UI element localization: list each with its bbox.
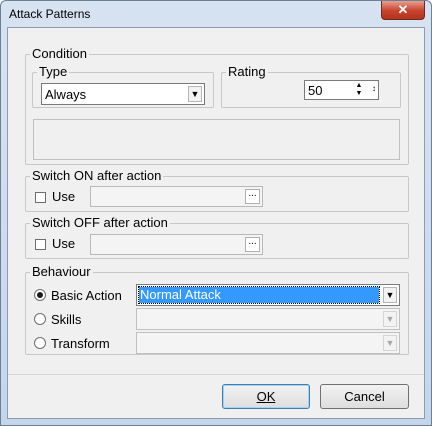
dialog-body: Condition Type Always ▼ Rating 50 ▲ ▼ ↕ … [7,27,425,419]
transform-dropdown: ▼ [136,332,400,354]
behaviour-legend: Behaviour [32,264,91,279]
chevron-down-icon: ▼ [188,86,202,102]
attack-patterns-dialog: Attack Patterns ✕ Condition Type Always … [0,0,432,426]
skills-dropdown: ▼ [136,308,400,330]
switch-off-legend: Switch OFF after action [32,215,168,230]
type-legend: Type [39,64,68,79]
cancel-button-label: Cancel [344,389,385,404]
switch-on-field: ... [90,186,263,207]
switch-off-use-label: Use [52,236,76,251]
ok-button[interactable]: OK [222,384,310,409]
condition-detail-panel [33,119,400,160]
rating-spinner[interactable]: 50 ▲ ▼ ↕ [304,80,379,100]
type-dropdown[interactable]: Always ▼ [41,83,205,105]
cancel-button[interactable]: Cancel [320,384,409,409]
spin-up-icon[interactable]: ▲ [352,82,366,90]
switch-on-checkbox[interactable] [35,192,46,203]
skills-radio[interactable] [34,313,46,325]
chevron-down-icon: ▼ [383,311,397,327]
basic-action-dropdown[interactable]: Normal Attack ▼ [136,284,400,306]
transform-label: Transform [51,336,110,351]
basic-action-label: Basic Action [51,288,122,303]
close-button[interactable]: ✕ [381,1,425,20]
resize-icon: ↕ [372,84,376,93]
chevron-down-icon: ▼ [383,287,397,303]
transform-radio[interactable] [34,337,46,349]
spin-down-icon[interactable]: ▼ [352,90,366,98]
type-value: Always [45,87,87,102]
browse-icon[interactable]: ... [245,237,260,252]
switch-on-legend: Switch ON after action [32,168,162,183]
rating-legend: Rating [228,64,266,79]
switch-off-checkbox[interactable] [35,239,46,250]
rating-value: 50 [308,83,323,98]
footer-divider [8,374,424,375]
browse-icon[interactable]: ... [245,189,260,204]
switch-off-field: ... [90,234,263,255]
basic-action-value: Normal Attack [138,286,380,304]
chevron-down-icon: ▼ [383,335,397,351]
skills-label: Skills [51,312,82,327]
close-icon: ✕ [397,2,409,17]
switch-on-use-label: Use [52,189,76,204]
condition-legend: Condition [32,46,87,61]
basic-action-radio[interactable] [34,289,46,301]
spin-buttons[interactable]: ▲ ▼ [352,82,366,98]
ok-button-label: OK [256,389,276,404]
window-title: Attack Patterns [9,7,91,21]
